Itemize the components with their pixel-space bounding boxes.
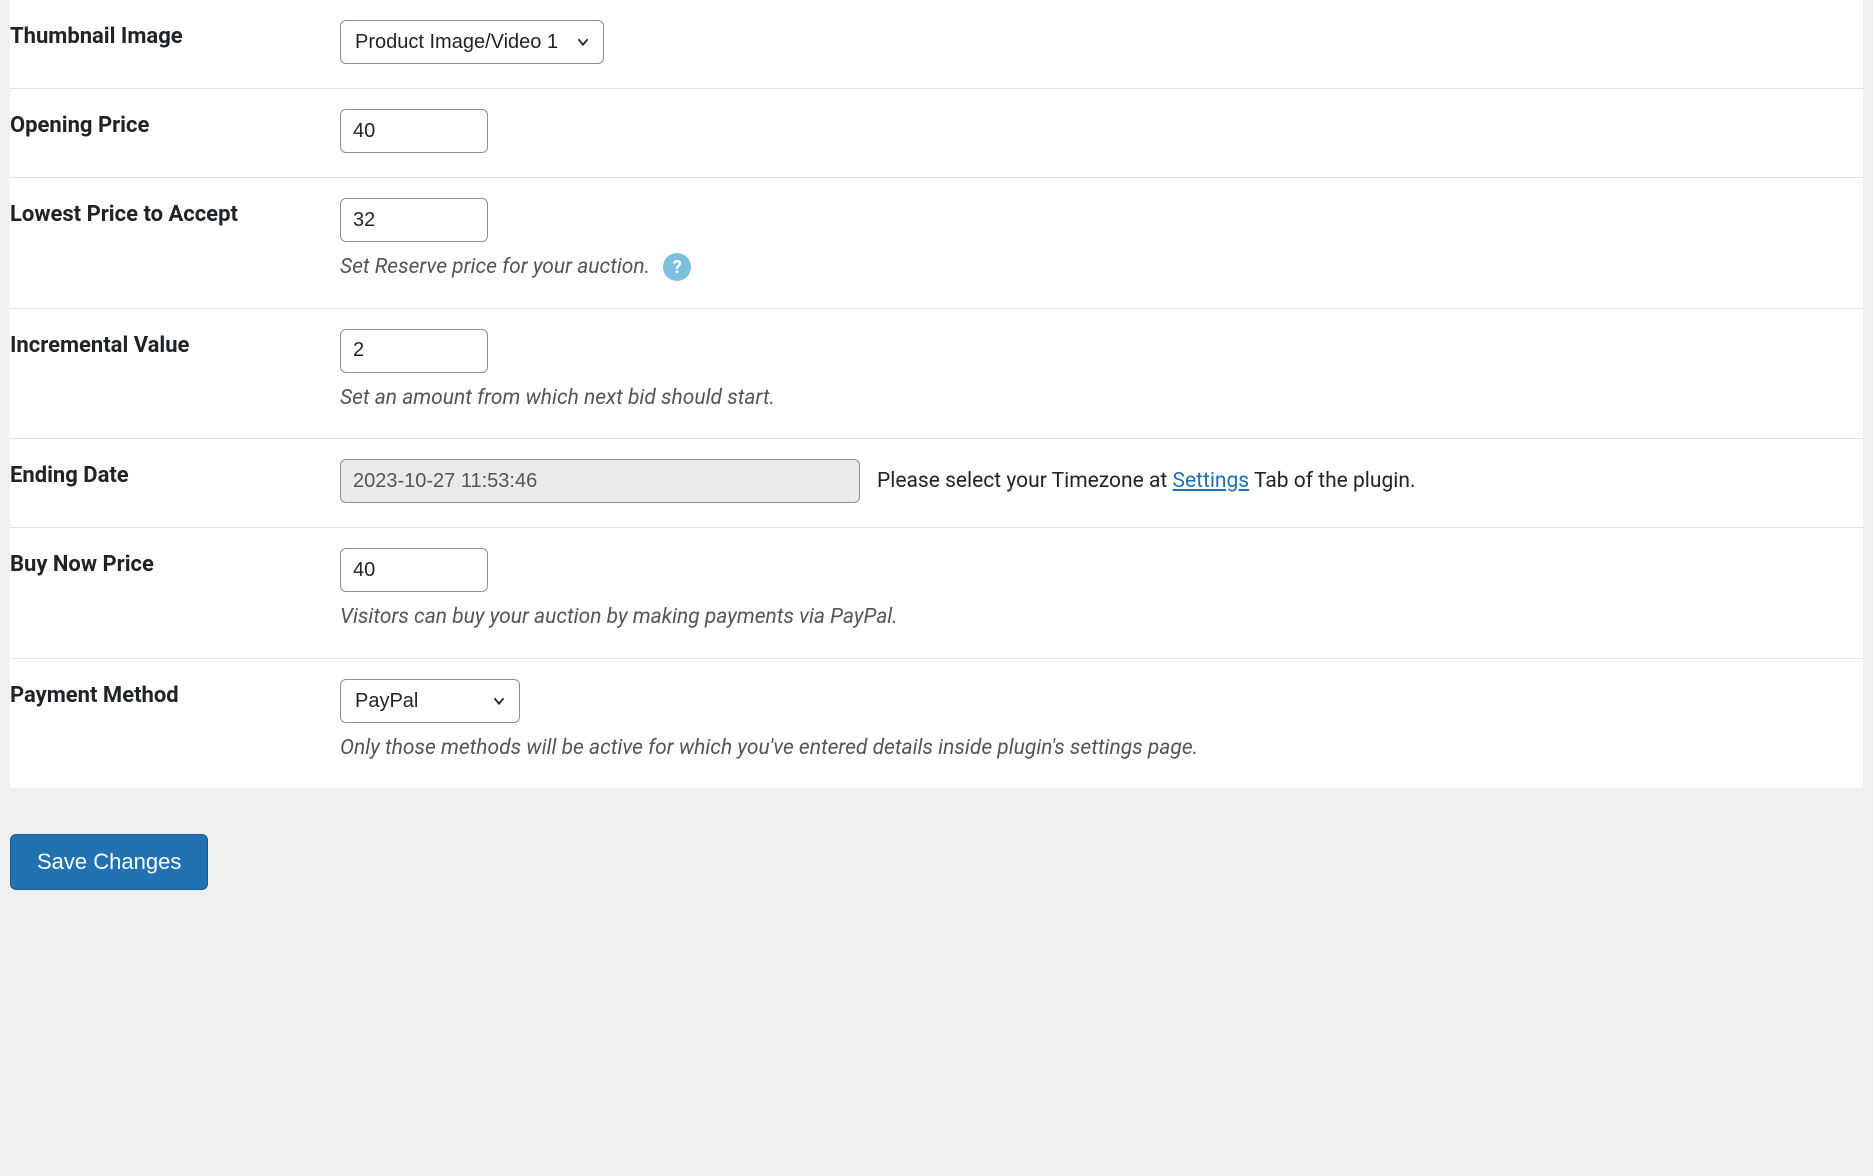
label-buy-now-price: Buy Now Price	[10, 528, 340, 601]
label-lowest-price: Lowest Price to Accept	[10, 178, 340, 251]
row-lowest-price: Lowest Price to Accept Set Reserve price…	[10, 177, 1863, 308]
payment-method-select[interactable]: PayPal	[340, 679, 520, 723]
row-buy-now-price: Buy Now Price Visitors can buy your auct…	[10, 527, 1863, 658]
payment-method-desc: Only those methods will be active for wh…	[340, 733, 1843, 765]
buy-now-desc: Visitors can buy your auction by making …	[340, 602, 1843, 634]
thumbnail-image-select[interactable]: Product Image/Video 1	[340, 20, 604, 64]
row-payment-method: Payment Method PayPal Only those methods…	[10, 658, 1863, 789]
label-payment-method: Payment Method	[10, 659, 340, 732]
label-thumbnail-image: Thumbnail Image	[10, 0, 340, 73]
label-incremental-value: Incremental Value	[10, 309, 340, 382]
buy-now-price-input[interactable]	[340, 548, 488, 592]
payment-method-select-wrap: PayPal	[340, 679, 520, 723]
row-thumbnail-image: Thumbnail Image Product Image/Video 1	[10, 0, 1863, 88]
row-opening-price: Opening Price	[10, 88, 1863, 177]
thumbnail-image-select-wrap: Product Image/Video 1	[340, 20, 604, 64]
row-incremental-value: Incremental Value Set an amount from whi…	[10, 308, 1863, 439]
incremental-value-desc: Set an amount from which next bid should…	[340, 383, 1843, 415]
row-ending-date: Ending Date Please select your Timezone …	[10, 438, 1863, 527]
ending-date-input[interactable]	[340, 459, 860, 503]
opening-price-input[interactable]	[340, 109, 488, 153]
lowest-price-input[interactable]	[340, 198, 488, 242]
label-ending-date: Ending Date	[10, 439, 340, 512]
save-changes-button[interactable]: Save Changes	[10, 834, 208, 890]
label-opening-price: Opening Price	[10, 89, 340, 162]
help-icon[interactable]: ?	[663, 253, 691, 281]
settings-link[interactable]: Settings	[1172, 469, 1249, 493]
lowest-price-desc: Set Reserve price for your auction. ?	[340, 252, 1843, 284]
incremental-value-input[interactable]	[340, 329, 488, 373]
ending-date-desc: Please select your Timezone at Settings …	[877, 469, 1416, 493]
